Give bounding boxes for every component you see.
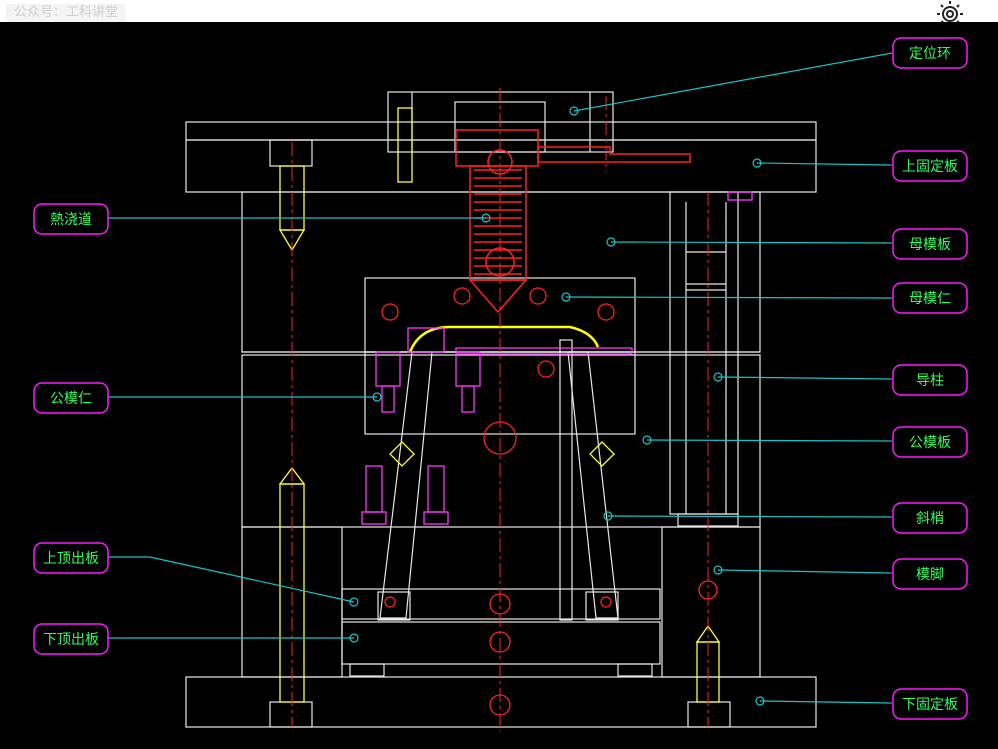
svg-text:公模仁: 公模仁 [50, 391, 92, 407]
label-hot-runner[interactable]: 熱浇道 [33, 203, 109, 235]
svg-text:下固定板: 下固定板 [902, 697, 958, 713]
label-core-plate[interactable]: 公模板 [892, 426, 968, 458]
svg-text:上固定板: 上固定板 [902, 159, 958, 175]
watermark: 公众号：工科讲堂 [6, 4, 127, 22]
svg-text:母模板: 母模板 [909, 237, 951, 253]
mold-drawing: 定位环 上固定板 熱浇道 母模板 母模仁 公模仁 导柱 公模板 斜梢 模脚 上顶… [0, 22, 998, 749]
svg-text:斜梢: 斜梢 [916, 511, 944, 527]
label-ejector-plate[interactable]: 下顶出板 [33, 623, 109, 655]
label-spacer-block[interactable]: 模脚 [892, 558, 968, 590]
svg-text:公模板: 公模板 [909, 435, 951, 451]
svg-text:导柱: 导柱 [916, 373, 944, 389]
svg-text:上顶出板: 上顶出板 [43, 551, 99, 567]
drawing-background [0, 22, 998, 749]
svg-text:熱浇道: 熱浇道 [50, 212, 92, 228]
label-cavity-insert[interactable]: 母模仁 [892, 282, 968, 314]
label-ejector-retainer-plate[interactable]: 上顶出板 [33, 542, 109, 574]
gear-icon[interactable] [930, 0, 970, 24]
label-bottom-clamp-plate[interactable]: 下固定板 [892, 688, 968, 720]
label-lifter[interactable]: 斜梢 [892, 502, 968, 534]
svg-text:模脚: 模脚 [916, 567, 944, 583]
svg-text:母模仁: 母模仁 [909, 291, 951, 307]
cad-screenshot: 公众号：工科讲堂 定位环 上固定板 熱浇道 母模板 母模仁 公模仁 导柱 公模板… [0, 0, 998, 749]
label-guide-pillar[interactable]: 导柱 [892, 364, 968, 396]
label-core-insert[interactable]: 公模仁 [33, 382, 109, 414]
label-top-clamp-plate[interactable]: 上固定板 [892, 150, 968, 182]
svg-text:下顶出板: 下顶出板 [43, 632, 99, 648]
svg-text:定位环: 定位环 [909, 46, 951, 62]
label-locating-ring[interactable]: 定位环 [892, 37, 968, 69]
label-cavity-plate[interactable]: 母模板 [892, 228, 968, 260]
